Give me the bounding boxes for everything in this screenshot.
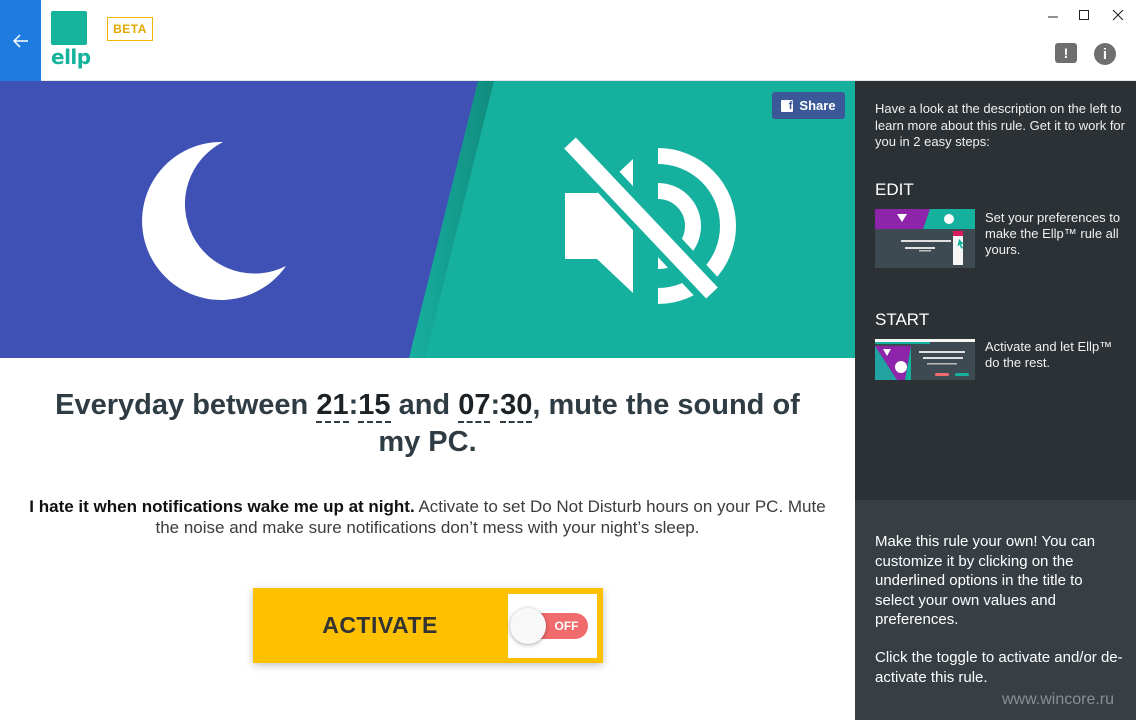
edit-thumbnail xyxy=(875,209,975,268)
minimize-button[interactable] xyxy=(1036,4,1070,26)
back-arrow-icon xyxy=(12,33,28,48)
maximize-button[interactable] xyxy=(1067,4,1101,26)
sidebar-intro: Have a look at the description on the le… xyxy=(875,101,1125,149)
rule-title-suffix: , mute the sound of xyxy=(532,389,800,421)
beta-badge: BETA xyxy=(107,17,153,41)
info-icon[interactable]: i xyxy=(1094,43,1116,65)
step-start-text: Activate and let Ellp™ do the rest. xyxy=(985,339,1113,370)
feedback-icon[interactable]: ! xyxy=(1055,43,1077,63)
facebook-icon: f xyxy=(781,99,794,112)
step-start-title: START xyxy=(875,310,930,329)
rule-title-suffix-2: my PC. xyxy=(378,426,477,458)
rule-title-middle: and xyxy=(390,389,459,421)
toggle-knob[interactable] xyxy=(509,608,546,644)
step-edit-title: EDIT xyxy=(875,180,914,199)
share-label: Share xyxy=(799,98,836,113)
rule-description: I hate it when notifications wake me up … xyxy=(20,496,835,538)
minimize-icon xyxy=(1048,16,1058,18)
help-text-customize: Make this rule your own! You can customi… xyxy=(875,533,1096,628)
logo-text: ellp xyxy=(51,45,91,69)
toggle-state-label: OFF xyxy=(554,619,579,633)
toggle-container: OFF xyxy=(508,594,597,658)
activate-label: ACTIVATE xyxy=(322,612,438,638)
back-button[interactable] xyxy=(0,0,41,81)
close-button[interactable] xyxy=(1101,4,1135,26)
help-text-toggle: Click the toggle to activate and/or de-a… xyxy=(875,649,1123,686)
close-icon xyxy=(1112,9,1124,21)
activate-button[interactable]: ACTIVATE OFF xyxy=(253,588,603,663)
hero-illustration xyxy=(0,81,855,358)
rule-title-prefix: Everyday between xyxy=(55,389,317,421)
end-hour-option[interactable]: 07 xyxy=(458,389,491,423)
logo-square-icon xyxy=(51,11,87,45)
maximize-icon xyxy=(1079,10,1089,20)
help-panel: Make this rule your own! You can customi… xyxy=(855,500,1136,720)
title-bar: ellp BETA ! i xyxy=(0,0,1136,81)
step-edit-text: Set your preferences to make the Ellp™ r… xyxy=(985,210,1121,257)
share-button[interactable]: f Share xyxy=(772,92,845,119)
hero-banner xyxy=(0,81,855,358)
start-minute-option[interactable]: 15 xyxy=(358,389,391,423)
end-minute-option[interactable]: 30 xyxy=(500,389,533,423)
description-bold: I hate it when notifications wake me up … xyxy=(29,497,415,516)
start-thumbnail xyxy=(875,339,975,398)
app-logo: ellp xyxy=(51,11,91,71)
activate-toggle[interactable]: OFF xyxy=(509,608,588,644)
steps-sidebar: Have a look at the description on the le… xyxy=(855,81,1136,500)
hero-left-panel xyxy=(0,81,478,358)
watermark: www.wincore.ru xyxy=(1002,691,1115,708)
start-hour-option[interactable]: 21 xyxy=(316,389,349,423)
rule-title: Everyday between 21:15 and 07:30, mute t… xyxy=(55,389,800,458)
